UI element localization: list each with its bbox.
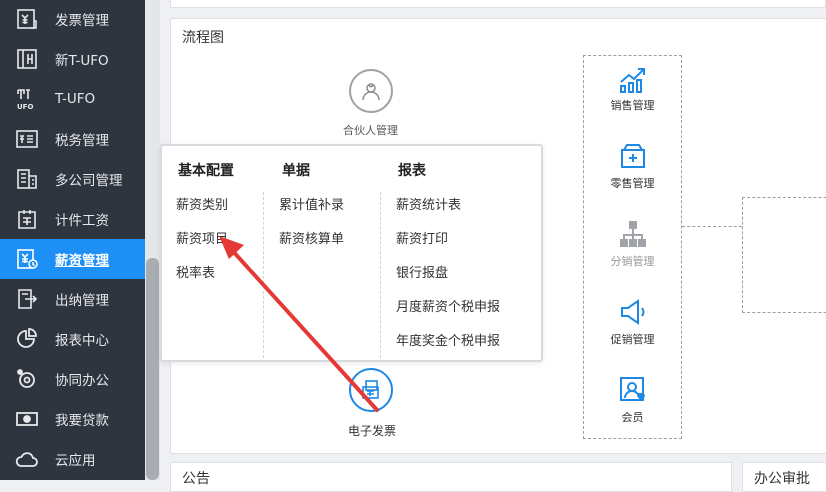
sidebar-item-collab[interactable]: 协同办公	[0, 359, 145, 399]
sales-management-item[interactable]: 销售管理	[583, 62, 682, 113]
sidebar-item-report[interactable]: 报表中心	[0, 319, 145, 359]
submenu-header-basic-config: 基本配置	[178, 163, 234, 179]
report-icon	[15, 327, 39, 351]
distribution-management-label: 分销管理	[610, 255, 655, 268]
sidebar-item-label: 协同办公	[55, 373, 109, 389]
sidebar-item-salary[interactable]: 薪资管理	[0, 239, 145, 279]
submenu-item-bank-disk[interactable]: 银行报盘	[396, 262, 448, 281]
sidebar-item-label: 云应用	[55, 453, 96, 469]
retail-management-label: 零售管理	[610, 177, 655, 190]
sidebar-item-label: 新T-UFO	[55, 53, 109, 69]
sidebar-item-loan[interactable]: 我要贷款	[0, 399, 145, 439]
submenu-header-documents: 单据	[282, 163, 310, 179]
sidebar-item-label: 计件工资	[55, 213, 109, 229]
sidebar-item-multi-company[interactable]: 多公司管理	[0, 159, 145, 199]
sidebar-item-piece-wage[interactable]: 计件工资	[0, 199, 145, 239]
sales-chart-icon	[619, 68, 645, 93]
submenu-divider	[380, 192, 381, 358]
collab-icon	[15, 367, 39, 391]
sidebar-item-label: 报表中心	[55, 333, 109, 349]
partner-icon	[362, 83, 380, 101]
sidebar-scrollbar-thumb[interactable]	[146, 258, 159, 480]
distribution-management-item[interactable]: 分销管理	[583, 218, 682, 269]
einvoice-label: 电子发票	[348, 424, 397, 438]
submenu-item-cumulative-entry[interactable]: 累计值补录	[279, 194, 344, 213]
sidebar-item-cloud[interactable]: 云应用	[0, 439, 145, 479]
top-panel-edge	[170, 0, 826, 8]
notice-panel	[170, 462, 732, 492]
submenu-item-monthly-tax-report[interactable]: 月度薪资个税申报	[396, 296, 500, 315]
sidebar-item-label: 出纳管理	[55, 293, 109, 309]
submenu-item-tax-rate-table[interactable]: 税率表	[176, 262, 215, 281]
next-group-box	[742, 197, 826, 313]
member-icon	[619, 377, 645, 401]
retail-icon	[620, 144, 645, 168]
cloud-icon	[15, 447, 39, 471]
sidebar-item-label: T-UFO	[55, 91, 96, 107]
loan-icon	[15, 407, 39, 431]
approval-title: 办公审批	[754, 471, 810, 487]
submenu-item-salary-items[interactable]: 薪资项目	[176, 228, 228, 247]
member-label: 会员	[621, 411, 644, 424]
submenu-divider	[263, 192, 264, 358]
tufo-icon: UFO	[15, 87, 39, 111]
sidebar-item-cashier[interactable]: 出纳管理	[0, 279, 145, 319]
sidebar-item-tax[interactable]: 税务管理	[0, 119, 145, 159]
sidebar-item-label: 税务管理	[55, 133, 109, 149]
megaphone-icon	[620, 299, 644, 325]
svg-text:UFO: UFO	[17, 103, 33, 111]
partner-label: 合伙人管理	[343, 124, 398, 137]
einvoice-icon	[362, 380, 379, 399]
tax-icon	[15, 127, 39, 151]
sidebar-item-label: 多公司管理	[55, 173, 123, 189]
retail-management-item[interactable]: 零售管理	[583, 140, 682, 191]
sidebar-item-new-tufo[interactable]: 新T-UFO	[0, 39, 145, 79]
partner-node[interactable]	[349, 69, 393, 113]
submenu-item-salary-category[interactable]: 薪资类别	[176, 194, 228, 213]
promotion-management-item[interactable]: 促销管理	[583, 296, 682, 347]
member-item[interactable]: 会员	[583, 374, 682, 425]
sidebar-item-label: 我要贷款	[55, 413, 109, 429]
sidebar: 发票管理 新T-UFO UFO T-UFO 税务管理 多公司管理 计件工资 薪资…	[0, 0, 145, 480]
sales-management-label: 销售管理	[610, 99, 655, 112]
multi-company-icon	[15, 167, 39, 191]
einvoice-node[interactable]	[349, 368, 393, 412]
submenu-header-reports: 报表	[398, 163, 426, 179]
flow-connector	[682, 226, 742, 227]
invoice-icon	[15, 7, 39, 31]
notice-title: 公告	[182, 471, 210, 487]
sidebar-item-tufo[interactable]: UFO T-UFO	[0, 79, 145, 119]
submenu-item-salary-print[interactable]: 薪资打印	[396, 228, 448, 247]
cashier-icon	[15, 287, 39, 311]
salary-icon	[15, 247, 39, 271]
sidebar-item-label: 薪资管理	[55, 253, 109, 269]
promotion-management-label: 促销管理	[610, 333, 655, 346]
flowchart-title: 流程图	[182, 30, 224, 46]
sidebar-item-invoice[interactable]: 发票管理	[0, 0, 145, 39]
submenu-item-annual-bonus-tax-report[interactable]: 年度奖金个税申报	[396, 330, 500, 349]
sidebar-item-label: 发票管理	[55, 13, 109, 29]
submenu-item-salary-stats[interactable]: 薪资统计表	[396, 194, 461, 213]
new-tufo-icon	[15, 47, 39, 71]
distribution-icon	[619, 221, 646, 247]
submenu-item-salary-calc-sheet[interactable]: 薪资核算单	[279, 228, 344, 247]
piece-wage-icon	[15, 207, 39, 231]
